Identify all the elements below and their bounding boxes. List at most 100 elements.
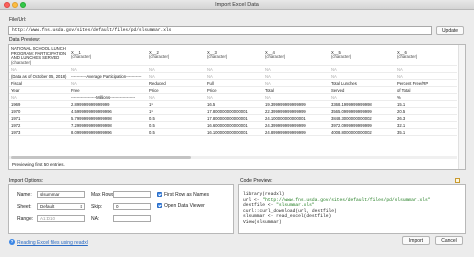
table-cell: 24.399999999999999: [263, 121, 329, 130]
table-cell: 17.800000000000001: [205, 114, 263, 123]
window-title: Import Excel Data: [215, 2, 259, 8]
code-preview-panel[interactable]: library(readxl) url <- "http://www.fns.us…: [238, 184, 466, 234]
help-icon: ?: [9, 239, 15, 245]
skip-input[interactable]: 0: [113, 203, 151, 210]
column-type: (character): [207, 54, 228, 60]
table-row: NA ------------------Millions------------…: [9, 93, 457, 102]
table-cell: Year: [9, 86, 69, 95]
table-cell: 16.100000000000001: [205, 128, 263, 137]
table-cell: Full: [205, 79, 263, 88]
file-url-label: File/Url:: [9, 17, 27, 23]
max-rows-input[interactable]: [113, 191, 151, 198]
open-data-viewer-checkbox[interactable]: [157, 203, 162, 208]
table-cell: Total Lunches: [329, 79, 395, 88]
horizontal-scrollbar[interactable]: [9, 156, 457, 159]
file-url-input[interactable]: http://www.fns.usda.gov/sites/default/fi…: [8, 26, 432, 35]
table-cell: 3848.3000000000002: [329, 114, 395, 123]
import-button[interactable]: Import: [402, 236, 430, 245]
column-type: (character): [331, 54, 352, 60]
table-cell: 15.1: [395, 100, 457, 109]
table-cell: 5.7999999999999998: [69, 114, 147, 123]
table-cell: 0.5: [147, 128, 205, 137]
table-row: 1973 8.0999999999999996 0.5 16.100000000000…: [9, 128, 457, 137]
table-cell: 1973: [9, 128, 69, 137]
sheet-select[interactable]: Default ⇕: [37, 203, 85, 210]
column-type: (character): [11, 59, 32, 65]
column-header[interactable]: NATIONAL SCHOOL LUNCH PROGRAM: PARTICIPA…: [9, 45, 69, 67]
table-cell: NA: [263, 79, 329, 88]
table-cell: NA: [9, 65, 69, 74]
column-header[interactable]: X__1 (character): [69, 45, 147, 67]
code-copy-icon[interactable]: [455, 178, 460, 183]
table-cell: 0.5: [147, 114, 205, 123]
table-row: 1971 5.7999999999999998 0.5 17.800000000000…: [9, 114, 457, 123]
table-cell: %: [395, 93, 457, 102]
table-cell: NA: [263, 65, 329, 74]
table-row: NA NA NA NA NA NA NA: [9, 65, 457, 74]
table-cell: NA: [329, 93, 395, 102]
table-row: Year Free Price Price Total Served of Total: [9, 86, 457, 95]
table-cell: 8.0999999999999996: [69, 128, 147, 137]
table-cell: NA: [205, 72, 263, 81]
table-cell: 17.800000000000001: [205, 107, 263, 116]
open-data-viewer-label: Open Data Viewer: [164, 203, 205, 209]
table-cell: of Total: [395, 86, 457, 95]
data-preview-label: Data Preview:: [9, 37, 41, 43]
table-cell: 1969: [9, 100, 69, 109]
table-cell: NA: [9, 93, 69, 102]
table-cell: NA: [147, 65, 205, 74]
code-preview-text: library(readxl) url <- "http://www.fns.us…: [243, 192, 430, 226]
data-preview-grid[interactable]: NATIONAL SCHOOL LUNCH PROGRAM: PARTICIPA…: [8, 44, 466, 170]
table-cell: 24.899999999999999: [263, 128, 329, 137]
table-cell: 3565.0999999999999: [329, 107, 395, 116]
update-button[interactable]: Update: [436, 26, 464, 35]
table-cell: 1971: [9, 114, 69, 123]
table-cell: 1¹: [147, 107, 205, 116]
table-cell: 4.5999999999999996: [69, 107, 147, 116]
table-cell: 16.600000000000001: [205, 121, 263, 130]
column-header[interactable]: X__5 (character): [329, 45, 395, 67]
preview-table: NATIONAL SCHOOL LUNCH PROGRAM: PARTICIPA…: [9, 45, 457, 137]
preview-footer-text: Previewing first 50 entries.: [12, 162, 65, 167]
column-header[interactable]: X__4 (character): [263, 45, 329, 67]
range-label: Range:: [17, 216, 34, 222]
table-row: 1969 2.899999999999999 1¹ 16.5 19.3999999999…: [9, 100, 457, 109]
table-cell: Reduced: [147, 79, 205, 88]
code-line: View(slsummar): [243, 219, 282, 225]
table-cell: 3368.1999999999998: [329, 100, 395, 109]
table-cell: 16.5: [205, 100, 263, 109]
readxl-help-link[interactable]: Reading Excel files using readxl: [17, 240, 88, 246]
table-cell: NA: [147, 93, 205, 102]
horizontal-scrollbar-thumb[interactable]: [11, 156, 191, 159]
title-bar: Import Excel Data: [0, 0, 474, 10]
table-cell: 1¹: [147, 100, 205, 109]
table-cell: Fiscal: [9, 79, 69, 88]
table-cell: NA: [69, 79, 147, 88]
first-row-as-names-checkbox[interactable]: [157, 192, 162, 197]
table-cell: (Data as of October 05, 2018): [9, 72, 69, 81]
cancel-button[interactable]: Cancel: [435, 236, 463, 245]
column-header[interactable]: X__6 (character): [395, 45, 457, 67]
column-header[interactable]: X__2 (character): [147, 45, 205, 67]
table-cell: ------------------Millions--------------…: [69, 93, 147, 102]
column-type: (character): [149, 54, 170, 60]
vertical-scrollbar[interactable]: [458, 45, 465, 169]
column-header[interactable]: X__3 (character): [205, 45, 263, 67]
table-cell: NA: [69, 65, 147, 74]
na-label: NA:: [91, 216, 100, 222]
table-cell: NA: [205, 93, 263, 102]
first-row-as-names-label: First Row as Names: [164, 192, 210, 198]
table-cell: NA: [395, 65, 457, 74]
range-input[interactable]: A1:D10: [37, 215, 85, 222]
table-cell: Percent Free/RP: [395, 79, 457, 88]
table-cell: 19.399999999999999: [263, 100, 329, 109]
sheet-label: Sheet:: [17, 204, 32, 210]
table-cell: 24.100000000000001: [263, 114, 329, 123]
name-input[interactable]: slsummar: [37, 191, 85, 198]
table-cell: 26.3: [395, 114, 457, 123]
na-input[interactable]: [113, 215, 151, 222]
skip-label: Skip:: [91, 204, 103, 210]
table-cell: NA: [329, 72, 395, 81]
table-header-row: NATIONAL SCHOOL LUNCH PROGRAM: PARTICIPA…: [9, 45, 457, 67]
table-cell: Served: [329, 86, 395, 95]
